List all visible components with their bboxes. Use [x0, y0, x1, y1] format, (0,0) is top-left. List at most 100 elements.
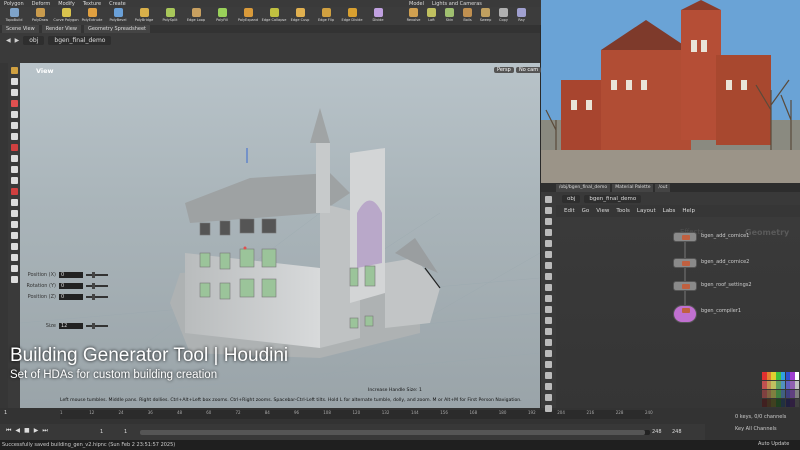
- jump-start-icon[interactable]: ⏮: [6, 427, 11, 435]
- tool-icon[interactable]: [10, 166, 18, 173]
- shelf-tab[interactable]: Create: [109, 1, 126, 7]
- tool-icon[interactable]: [10, 199, 18, 206]
- tool-icon[interactable]: [10, 122, 18, 129]
- network-tool-icon[interactable]: [545, 295, 552, 302]
- network-path-node[interactable]: bgen_final_demo: [584, 194, 642, 203]
- node-add-cornice1[interactable]: [673, 232, 697, 242]
- shelf-tool-button[interactable]: Edge Collapse: [262, 7, 286, 25]
- network-menu-item[interactable]: Help: [682, 208, 695, 214]
- tool-icon[interactable]: [10, 100, 18, 107]
- param-value-field[interactable]: 0: [59, 294, 83, 300]
- shelf-tab[interactable]: Texture: [83, 1, 101, 7]
- shelf-tool-button[interactable]: Edge Flip: [314, 7, 338, 25]
- tool-icon[interactable]: [10, 210, 18, 217]
- path-root[interactable]: obj: [23, 35, 45, 45]
- network-tool-icon[interactable]: [545, 394, 552, 401]
- jump-end-icon[interactable]: ⏭: [42, 427, 47, 435]
- camera-menu[interactable]: No cam: [516, 67, 542, 73]
- color-swatch[interactable]: [794, 381, 800, 389]
- network-menu-item[interactable]: Go: [582, 208, 590, 214]
- tool-icon[interactable]: [10, 265, 18, 272]
- network-tool-icon[interactable]: [545, 306, 552, 313]
- network-tool-icon[interactable]: [545, 196, 552, 203]
- pane-tab[interactable]: Scene View: [2, 25, 39, 33]
- back-icon[interactable]: ◀: [6, 37, 11, 44]
- tool-icon[interactable]: [10, 232, 18, 239]
- range-end[interactable]: 248: [652, 429, 662, 435]
- shelf-tool-button[interactable]: Boils: [459, 7, 476, 25]
- network-tool-icon[interactable]: [545, 361, 552, 368]
- range-fill[interactable]: [140, 430, 645, 435]
- shelf-tool-button[interactable]: PolyBridge: [132, 7, 156, 25]
- shelf-tool-button[interactable]: PolyDraw: [28, 7, 52, 25]
- param-value-field[interactable]: 0: [59, 283, 83, 289]
- shelf-tool-button[interactable]: Edge Divide: [340, 7, 364, 25]
- color-swatch[interactable]: [794, 399, 800, 407]
- network-tool-icon[interactable]: [545, 273, 552, 280]
- network-tab[interactable]: /obj/bgen_final_demo: [556, 183, 611, 192]
- tool-icon[interactable]: [10, 111, 18, 118]
- tool-icon[interactable]: [10, 177, 18, 184]
- shelf-tool-button[interactable]: Skin: [441, 7, 458, 25]
- network-path-root[interactable]: obj: [562, 194, 581, 203]
- param-value-field[interactable]: 12: [59, 323, 83, 329]
- node-add-cornice2[interactable]: [673, 258, 697, 268]
- current-frame[interactable]: 1: [4, 410, 7, 416]
- path-node[interactable]: bgen_final_demo: [48, 35, 112, 45]
- shelf-tool-button[interactable]: Curve Polygon: [53, 7, 79, 25]
- network-tool-icon[interactable]: [545, 339, 552, 346]
- key-all-channels-button[interactable]: Key All Channels: [735, 426, 777, 432]
- shelf-tab[interactable]: Model: [409, 1, 424, 7]
- network-tool-icon[interactable]: [545, 317, 552, 324]
- network-menu-item[interactable]: Edit: [564, 208, 575, 214]
- network-tool-icon[interactable]: [545, 218, 552, 225]
- network-tool-icon[interactable]: [545, 350, 552, 357]
- network-tool-icon[interactable]: [545, 262, 552, 269]
- network-tool-icon[interactable]: [545, 405, 552, 412]
- shelf-tool-button[interactable]: TopoBuild: [2, 7, 26, 25]
- param-slider[interactable]: [86, 294, 108, 300]
- shelf-tool-button[interactable]: Edge Cusp: [288, 7, 312, 25]
- tool-icon[interactable]: [10, 254, 18, 261]
- shelf-tool-button[interactable]: PolyFill: [210, 7, 234, 25]
- tool-icon[interactable]: [10, 78, 18, 85]
- tool-icon[interactable]: [10, 133, 18, 140]
- network-menu-item[interactable]: View: [596, 208, 609, 214]
- tool-icon[interactable]: [10, 243, 18, 250]
- shelf-tool-button[interactable]: Revolve: [405, 7, 422, 25]
- tool-icon[interactable]: [10, 221, 18, 228]
- shelf-tab[interactable]: Deform: [32, 1, 51, 7]
- network-tool-icon[interactable]: [545, 284, 552, 291]
- network-tool-icon[interactable]: [545, 207, 552, 214]
- auto-update-menu[interactable]: Auto Update: [758, 441, 789, 447]
- tool-icon[interactable]: [10, 89, 18, 96]
- shelf-tool-button[interactable]: Loft: [423, 7, 440, 25]
- tool-icon[interactable]: [10, 155, 18, 162]
- shelf-tool-button[interactable]: Ray: [513, 7, 530, 25]
- network-menu-item[interactable]: Labs: [663, 208, 676, 214]
- step-back-icon[interactable]: ◀: [15, 427, 20, 435]
- shelf-tool-button[interactable]: PolySplit: [158, 7, 182, 25]
- perspective-menu[interactable]: Persp: [494, 67, 514, 73]
- shelf-tab[interactable]: Polygon: [4, 1, 24, 7]
- network-menu-item[interactable]: Tools: [616, 208, 630, 214]
- tool-icon[interactable]: [10, 276, 18, 283]
- shelf-tool-button[interactable]: Divide: [366, 7, 390, 25]
- network-tool-icon[interactable]: [545, 383, 552, 390]
- network-tool-icon[interactable]: [545, 372, 552, 379]
- network-tool-icon[interactable]: [545, 240, 552, 247]
- param-slider[interactable]: [86, 283, 108, 289]
- play-icon[interactable]: ▶: [34, 427, 39, 435]
- shelf-tab[interactable]: Modify: [58, 1, 75, 7]
- range-start-2[interactable]: 1: [124, 429, 127, 435]
- range-end-2[interactable]: 248: [672, 429, 682, 435]
- tool-icon[interactable]: [10, 144, 18, 151]
- shelf-tool-button[interactable]: PolyBevel: [106, 7, 130, 25]
- param-slider[interactable]: [86, 272, 108, 278]
- tool-icon[interactable]: [10, 67, 18, 74]
- node-roof-settings2[interactable]: [673, 281, 697, 291]
- shelf-tool-button[interactable]: Sweep: [477, 7, 494, 25]
- network-tab[interactable]: Material Palette: [612, 183, 654, 192]
- network-menu-item[interactable]: Layout: [637, 208, 656, 214]
- shelf-tool-button[interactable]: PolyExpand: [236, 7, 260, 25]
